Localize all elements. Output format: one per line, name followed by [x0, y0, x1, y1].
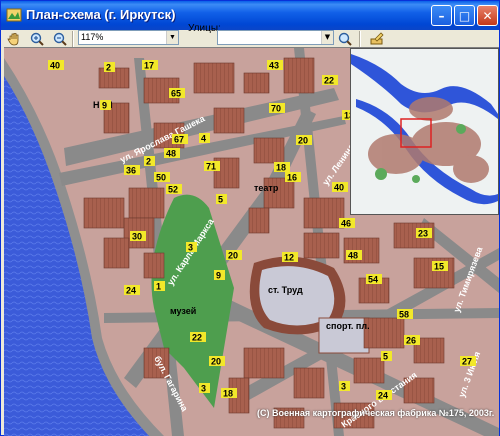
house-number: 20	[228, 251, 238, 261]
minimize-button[interactable]: –	[431, 5, 452, 26]
house-number: 3	[341, 382, 346, 392]
house-number: 36	[126, 166, 136, 176]
house-number: 20	[211, 357, 221, 367]
house-number: 3	[188, 243, 193, 253]
house-number: 2	[146, 157, 151, 167]
copyright-text: (С) Военная картографическая фабрика №17…	[257, 408, 495, 418]
house-number: 1	[156, 282, 161, 292]
search-street-button[interactable]	[337, 30, 353, 47]
house-number: 9	[216, 271, 221, 281]
house-number: 9	[102, 101, 107, 111]
zoom-out-button[interactable]	[52, 30, 68, 47]
house-number: 16	[287, 173, 297, 183]
zoom-in-icon	[30, 32, 44, 46]
maximize-button[interactable]: □	[454, 5, 475, 26]
house-number: 17	[144, 61, 154, 71]
app-window: План-схема (г. Иркутск) – □ ✕ 117% ▼ Ули…	[0, 0, 500, 436]
close-button[interactable]: ✕	[477, 5, 498, 26]
chevron-down-icon[interactable]: ▼	[321, 31, 333, 44]
title-bar[interactable]: План-схема (г. Иркутск) – □ ✕	[1, 1, 499, 30]
search-icon	[338, 32, 352, 46]
house-number: 65	[171, 89, 181, 99]
house-number: 67	[174, 135, 184, 145]
house-number: 15	[434, 262, 444, 272]
print-button[interactable]	[368, 30, 386, 47]
house-number: 18	[276, 163, 286, 173]
minimize-icon: –	[438, 8, 445, 23]
house-number: 70	[271, 104, 281, 114]
house-number: 52	[168, 185, 178, 195]
house-number: 12	[284, 253, 294, 263]
house-number: 48	[166, 149, 176, 159]
house-number: 46	[341, 219, 351, 229]
zoom-out-icon	[53, 32, 67, 46]
house-number: 22	[324, 76, 334, 86]
overview-minimap[interactable]	[350, 48, 499, 215]
house-number: 24	[378, 391, 388, 401]
house-number: 5	[383, 352, 388, 362]
place-label: театр	[254, 183, 279, 193]
place-label: ст. Труд	[268, 285, 303, 295]
streets-label: Улицы:	[188, 23, 221, 34]
house-number: 2	[106, 63, 111, 73]
window-title: План-схема (г. Иркутск)	[26, 7, 176, 22]
pen-tool-icon	[370, 31, 384, 44]
house-number: 22	[192, 333, 202, 343]
house-number: 5	[218, 195, 223, 205]
house-number: 40	[50, 61, 60, 71]
house-number: 48	[348, 251, 358, 261]
close-icon: ✕	[482, 8, 493, 23]
map-app-icon	[6, 8, 22, 22]
house-number: 3	[201, 384, 206, 394]
house-number: 26	[406, 336, 416, 346]
chevron-down-icon[interactable]: ▼	[166, 31, 178, 44]
house-number: 27	[462, 357, 472, 367]
house-number: 23	[418, 229, 428, 239]
place-label: музей	[170, 306, 196, 316]
house-number: 20	[298, 136, 308, 146]
zoom-level-value: 117%	[81, 32, 104, 42]
house-number: 54	[368, 275, 378, 285]
house-number: 24	[126, 286, 136, 296]
house-number: 30	[132, 232, 142, 242]
maximize-icon: □	[458, 8, 471, 23]
toolbar-separator	[72, 31, 74, 47]
street-select[interactable]: ▼	[217, 30, 334, 45]
pan-hand-button[interactable]	[6, 30, 22, 47]
zoom-level-select[interactable]: 117% ▼	[78, 30, 179, 45]
zoom-in-button[interactable]	[29, 30, 45, 47]
toolbar-separator	[359, 31, 361, 47]
house-number: 18	[223, 389, 233, 399]
house-number: 4	[201, 134, 206, 144]
place-label: спорт. пл.	[326, 321, 370, 331]
house-number: 71	[206, 162, 216, 172]
house-number: 43	[269, 61, 279, 71]
house-number: 50	[156, 173, 166, 183]
house-number: 40	[334, 183, 344, 193]
house-number: 58	[399, 310, 409, 320]
hand-icon	[7, 32, 19, 45]
minimap-canvas	[351, 49, 498, 214]
